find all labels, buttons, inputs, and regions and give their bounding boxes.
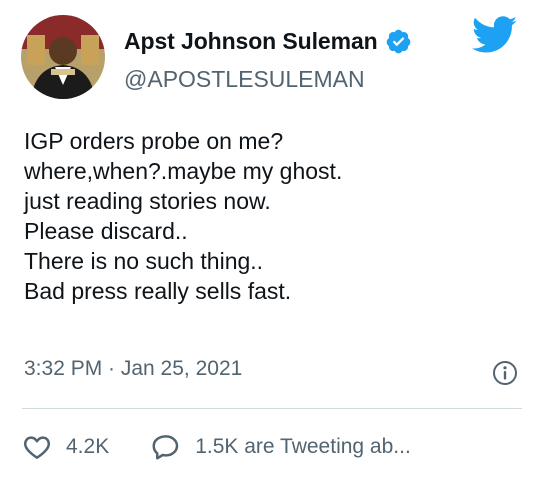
tweet-header: Apst Johnson Suleman @APOSTLESULEMAN <box>0 0 540 110</box>
author-display-name[interactable]: Apst Johnson Suleman <box>124 28 378 55</box>
like-button[interactable]: 4.2K <box>22 432 109 462</box>
tweet-line: There is no such thing.. <box>24 248 264 274</box>
tweet-line: Bad press really sells fast. <box>24 278 292 304</box>
like-count: 4.2K <box>66 435 110 458</box>
tweet-line: where,when?.maybe my ghost. <box>24 158 343 184</box>
tweet-body: IGP orders probe on me? where,when?.mayb… <box>24 126 524 306</box>
tweet-line: just reading stories now. <box>24 188 271 214</box>
speech-bubble-icon <box>152 435 179 460</box>
heart-icon <box>24 436 50 459</box>
tweet-timestamp[interactable]: 3:32 PM · Jan 25, 2021 <box>24 357 242 381</box>
reply-label: 1.5K are Tweeting ab... <box>195 435 411 458</box>
tweet-line: IGP orders probe on me? <box>24 128 284 154</box>
avatar[interactable] <box>21 15 105 99</box>
reply-button[interactable]: 1.5K are Tweeting ab... <box>151 432 411 462</box>
verified-badge-icon <box>385 28 412 55</box>
divider <box>22 408 522 409</box>
twitter-bird-icon[interactable] <box>471 16 518 54</box>
tweet-actions: 4.2K 1.5K are Tweeting ab... <box>22 430 411 464</box>
info-icon[interactable] <box>492 360 518 386</box>
author-name-row[interactable]: Apst Johnson Suleman <box>124 28 412 55</box>
tweet-line: Please discard.. <box>24 218 188 244</box>
author-handle[interactable]: @APOSTLESULEMAN <box>124 66 365 93</box>
